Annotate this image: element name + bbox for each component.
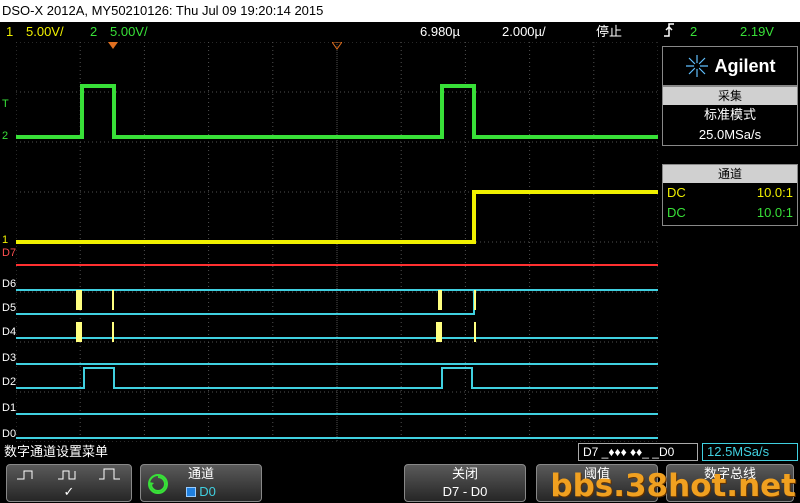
timebase-scale[interactable]: 2.000µ/ xyxy=(502,22,546,42)
glitch-mark xyxy=(474,290,476,310)
watermark-text: bbs.38hot.net xyxy=(550,468,796,503)
channels-box[interactable]: 通道 DC 10.0:1 DC 10.0:1 xyxy=(662,164,798,226)
ch1-ground-marker[interactable]: 1 xyxy=(2,234,8,246)
brand-logo: Agilent xyxy=(662,46,798,86)
run-state[interactable]: 停止 xyxy=(596,22,622,42)
ch1-number[interactable]: 1 xyxy=(6,22,13,42)
acquire-rate: 25.0MSa/s xyxy=(698,127,762,142)
ch2-number[interactable]: 2 xyxy=(90,22,97,42)
trigger-level-marker[interactable]: T xyxy=(2,98,9,110)
rotate-knob-icon xyxy=(148,474,168,494)
digital-label-d1[interactable]: D1 xyxy=(2,402,16,414)
channel-1-coupling: DC xyxy=(667,185,686,200)
ch2-ground-marker[interactable]: 2 xyxy=(2,130,8,142)
center-marker-icon xyxy=(332,42,342,50)
glitch-mark xyxy=(474,322,476,342)
channels-header: 通道 xyxy=(663,165,797,183)
acquire-box[interactable]: 采集 标准模式 25.0MSa/s xyxy=(662,86,798,146)
acquire-header: 采集 xyxy=(663,87,797,105)
menu-title: 数字通道设置菜单 xyxy=(4,444,109,459)
info-panel: Agilent 采集 标准模式 25.0MSa/s 通道 DC 10.0:1 D… xyxy=(660,42,800,442)
acquire-mode: 标准模式 xyxy=(703,107,756,122)
ch2-trace xyxy=(16,84,658,139)
channel-2-coupling: DC xyxy=(667,205,686,220)
high-pulse-icon xyxy=(99,468,121,480)
bus-readout: D7 _♦♦♦ ♦♦_ _D0 xyxy=(578,443,698,461)
trigger-edge-icon xyxy=(663,22,675,44)
ch2-scale[interactable]: 5.00V/ xyxy=(110,22,148,42)
digital-label-d6[interactable]: D6 xyxy=(2,278,16,290)
threshold-preset-softkey[interactable]: ✓ xyxy=(6,464,132,502)
agilent-spark-icon xyxy=(685,55,708,77)
graticule xyxy=(16,42,658,442)
digital-label-d2[interactable]: D2 xyxy=(2,376,16,388)
brand-name: Agilent xyxy=(714,55,776,76)
delay-marker-icon xyxy=(108,42,118,49)
digital-sample-rate: 12.5MSa/s xyxy=(702,443,798,461)
close-value: D7 - D0 xyxy=(442,484,488,499)
pulse-icons xyxy=(7,465,131,483)
channel-1-probe: 10.0:1 xyxy=(756,185,793,200)
channel-value-text: D0 xyxy=(199,484,216,499)
digital-label-d3[interactable]: D3 xyxy=(2,352,16,364)
close-label: 关闭 xyxy=(451,466,478,481)
horizontal-delay[interactable]: 6.980µ xyxy=(420,22,460,42)
glitch-mark xyxy=(112,290,114,310)
window-title: DSO-X 2012A, MY50210126: Thu Jul 09 19:2… xyxy=(0,0,800,22)
digital-label-d5[interactable]: D5 xyxy=(2,302,16,314)
low-pulse-icon xyxy=(16,470,33,480)
channel-2-probe: 10.0:1 xyxy=(756,205,793,220)
channel-color-icon xyxy=(186,487,197,497)
digital-label-d0[interactable]: D0 xyxy=(2,428,16,440)
trigger-level[interactable]: 2.19V xyxy=(740,22,774,42)
threshold-check-icon: ✓ xyxy=(63,484,75,499)
channel-2-row: DC 10.0:1 xyxy=(663,203,797,223)
waveform-display[interactable]: T 2 1 D7 D6 D5 D4 D3 D2 D1 D0 xyxy=(0,42,658,442)
trigger-source[interactable]: 2 xyxy=(690,22,697,42)
mid-pulse-icon xyxy=(57,470,76,480)
close-softkey[interactable]: 关闭 D7 - D0 xyxy=(404,464,526,502)
ch1-scale[interactable]: 5.00V/ xyxy=(26,22,64,42)
glitch-mark xyxy=(112,322,114,342)
glitch-mark xyxy=(436,322,442,342)
channel-1-row: DC 10.0:1 xyxy=(663,183,797,203)
digital-label-d7[interactable]: D7 xyxy=(2,247,16,259)
status-bar: 1 5.00V/ 2 5.00V/ 6.980µ 2.000µ/ 停止 2 2.… xyxy=(0,22,800,42)
digital-label-d4[interactable]: D4 xyxy=(2,326,16,338)
menu-bar: 数字通道设置菜单 D7 _♦♦♦ ♦♦_ _D0 12.5MSa/s xyxy=(0,442,800,462)
glitch-mark xyxy=(76,322,82,342)
channel-softkey[interactable]: 通道 D0 xyxy=(140,464,262,502)
glitch-mark xyxy=(76,290,82,310)
glitch-mark xyxy=(438,290,442,310)
